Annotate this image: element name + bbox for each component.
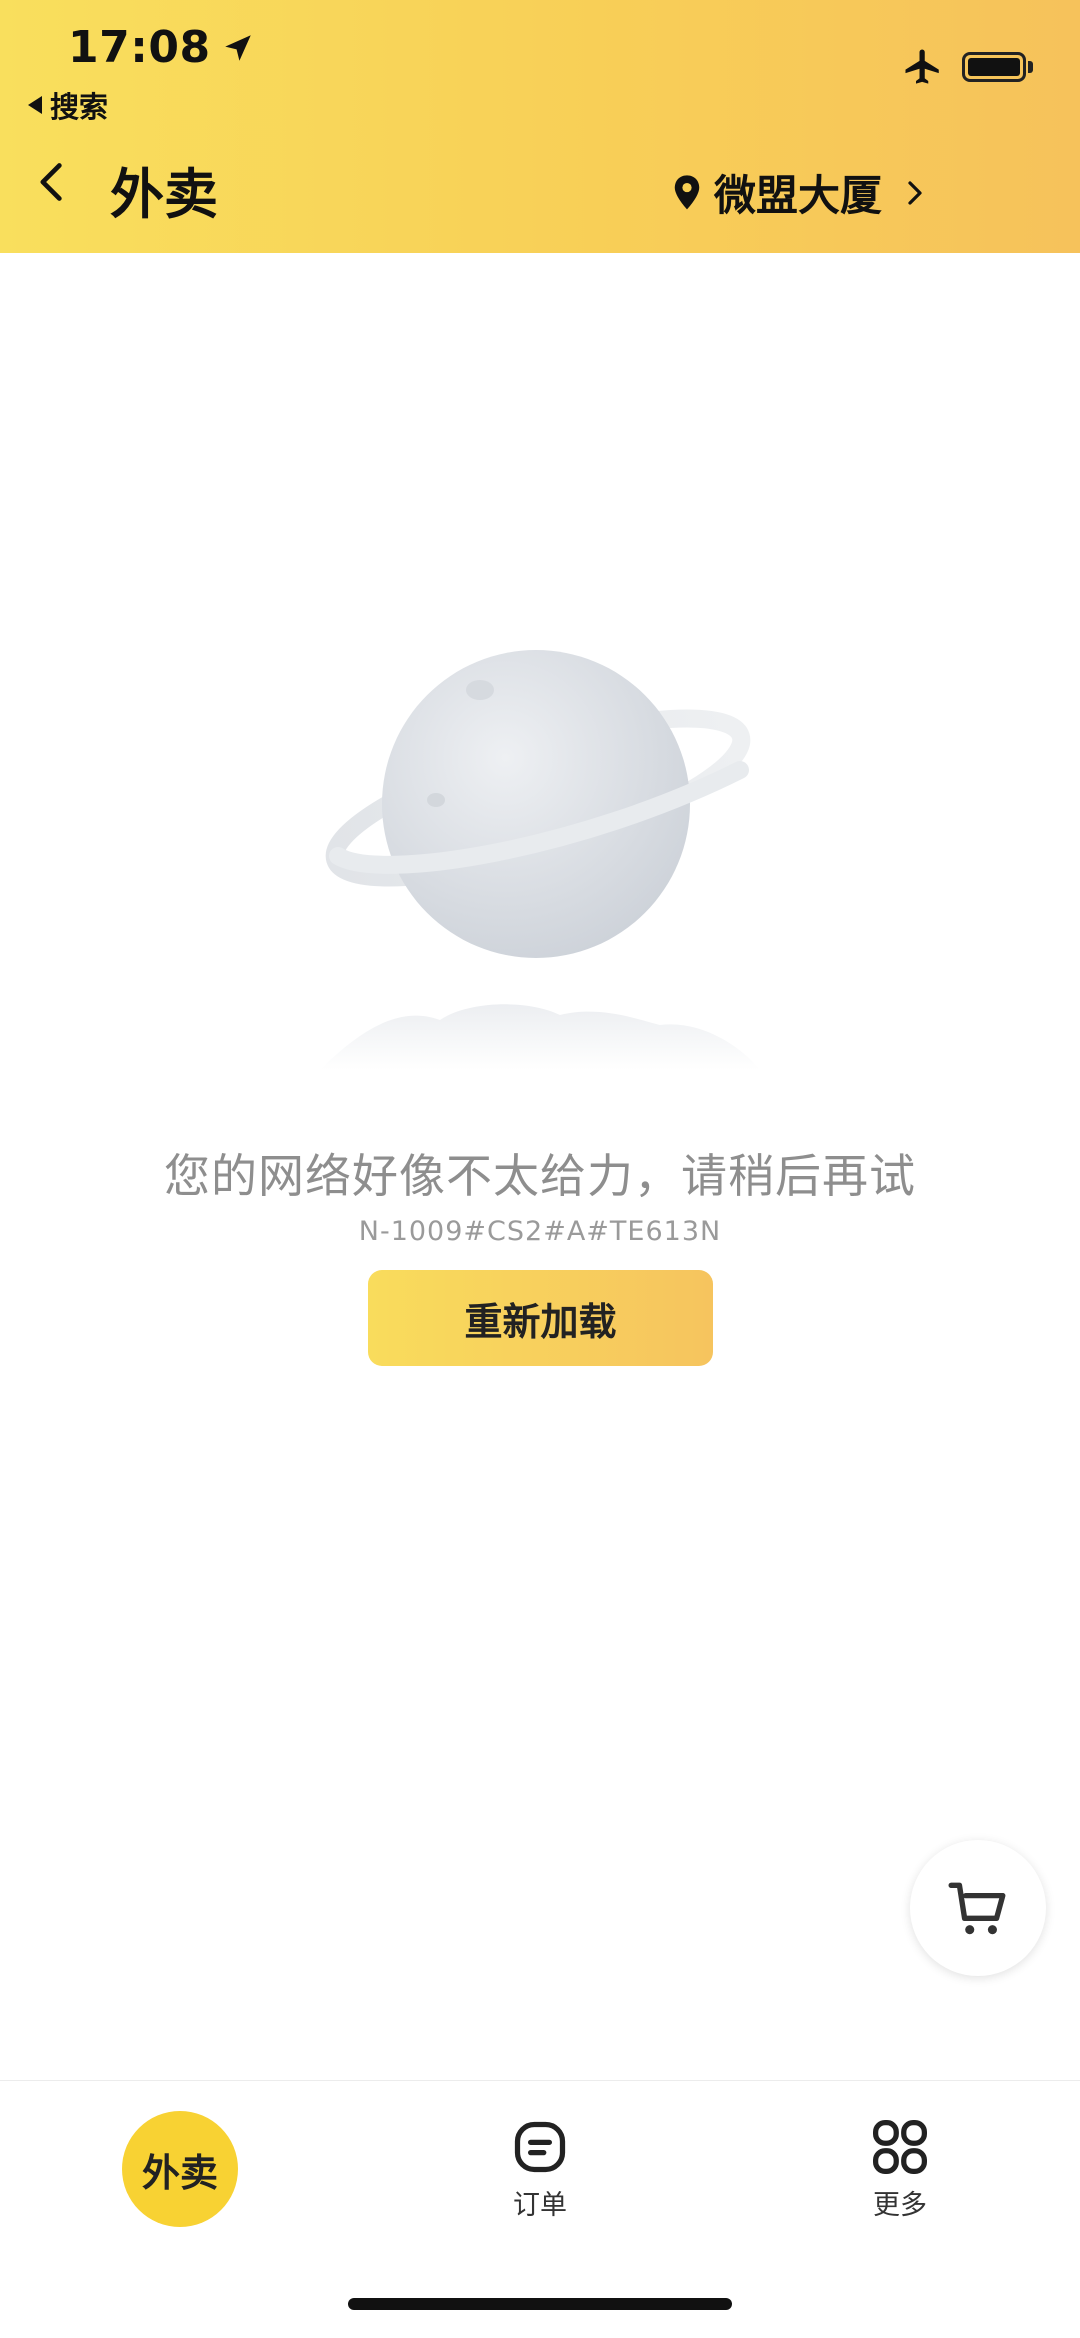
chevron-right-icon: [908, 180, 922, 205]
reload-button[interactable]: 重新加载: [368, 1270, 713, 1366]
location-pin-icon: [674, 174, 700, 209]
status-back-app[interactable]: 搜索: [28, 84, 108, 126]
status-time-text: 17:08: [68, 22, 211, 73]
airplane-mode-icon: [905, 49, 939, 84]
location-arrow-icon: [224, 34, 251, 61]
error-message: 您的网络好像不太给力，请稍后再试: [164, 1149, 916, 1203]
battery-cap: [1028, 61, 1033, 73]
tab-more[interactable]: 更多: [820, 2117, 980, 2222]
home-indicator: [348, 2298, 732, 2310]
planet-illustration: [320, 650, 760, 1070]
cart-button[interactable]: [910, 1840, 1046, 1976]
cart-icon: [948, 1882, 1006, 1935]
orders-icon: [514, 2121, 566, 2173]
back-triangle-icon: [28, 96, 42, 114]
location-selector[interactable]: 微盟大厦: [670, 162, 928, 223]
tab-more-label: 更多: [873, 2190, 927, 2221]
tab-takeaway[interactable]: 外卖: [122, 2111, 238, 2227]
header: 17:08 搜索 外卖 微盟大厦: [0, 0, 1080, 253]
error-code: N-1009#CS2#A#TE613N: [358, 1216, 722, 1247]
battery-icon: [962, 52, 1026, 82]
page-title: 外卖: [110, 163, 218, 226]
location-text: 微盟大厦: [714, 171, 883, 220]
grid-more-icon: [873, 2120, 927, 2174]
status-time: 17:08: [68, 22, 255, 73]
tab-orders-label: 订单: [513, 2190, 567, 2221]
status-back-label: 搜索: [50, 90, 109, 124]
back-arrow-icon[interactable]: [30, 160, 74, 204]
tab-orders[interactable]: 订单: [460, 2117, 620, 2222]
